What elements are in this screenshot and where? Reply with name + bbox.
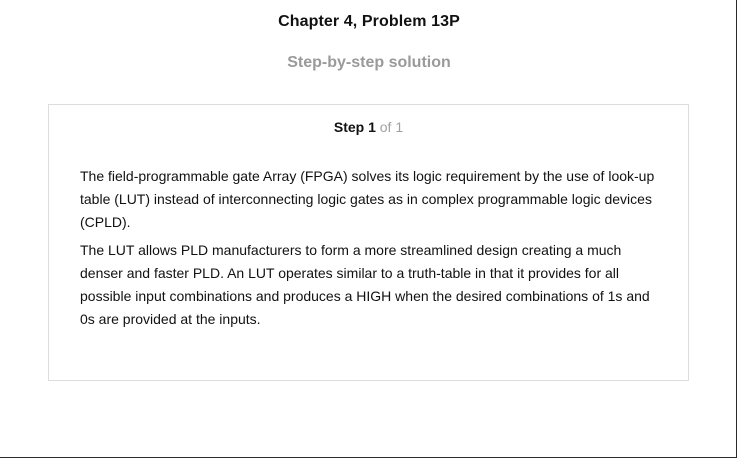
page-title: Chapter 4, Problem 13P <box>278 13 460 30</box>
solution-paragraph-2: The LUT allows PLD manufacturers to form… <box>80 242 650 327</box>
solution-body: The field-programmable gate Array (FPGA)… <box>80 165 665 336</box>
step-total: of 1 <box>379 119 404 135</box>
solution-paragraph-1: The field-programmable gate Array (FPGA)… <box>80 168 655 230</box>
solution-subtitle: Step-by-step solution <box>287 54 451 71</box>
step-heading: Step 1 of 1 <box>49 119 688 135</box>
step-label: Step 1 <box>333 119 376 135</box>
header: Chapter 4, Problem 13P <box>0 13 738 31</box>
solution-card: Step 1 of 1 The field-programmable gate … <box>48 104 689 381</box>
